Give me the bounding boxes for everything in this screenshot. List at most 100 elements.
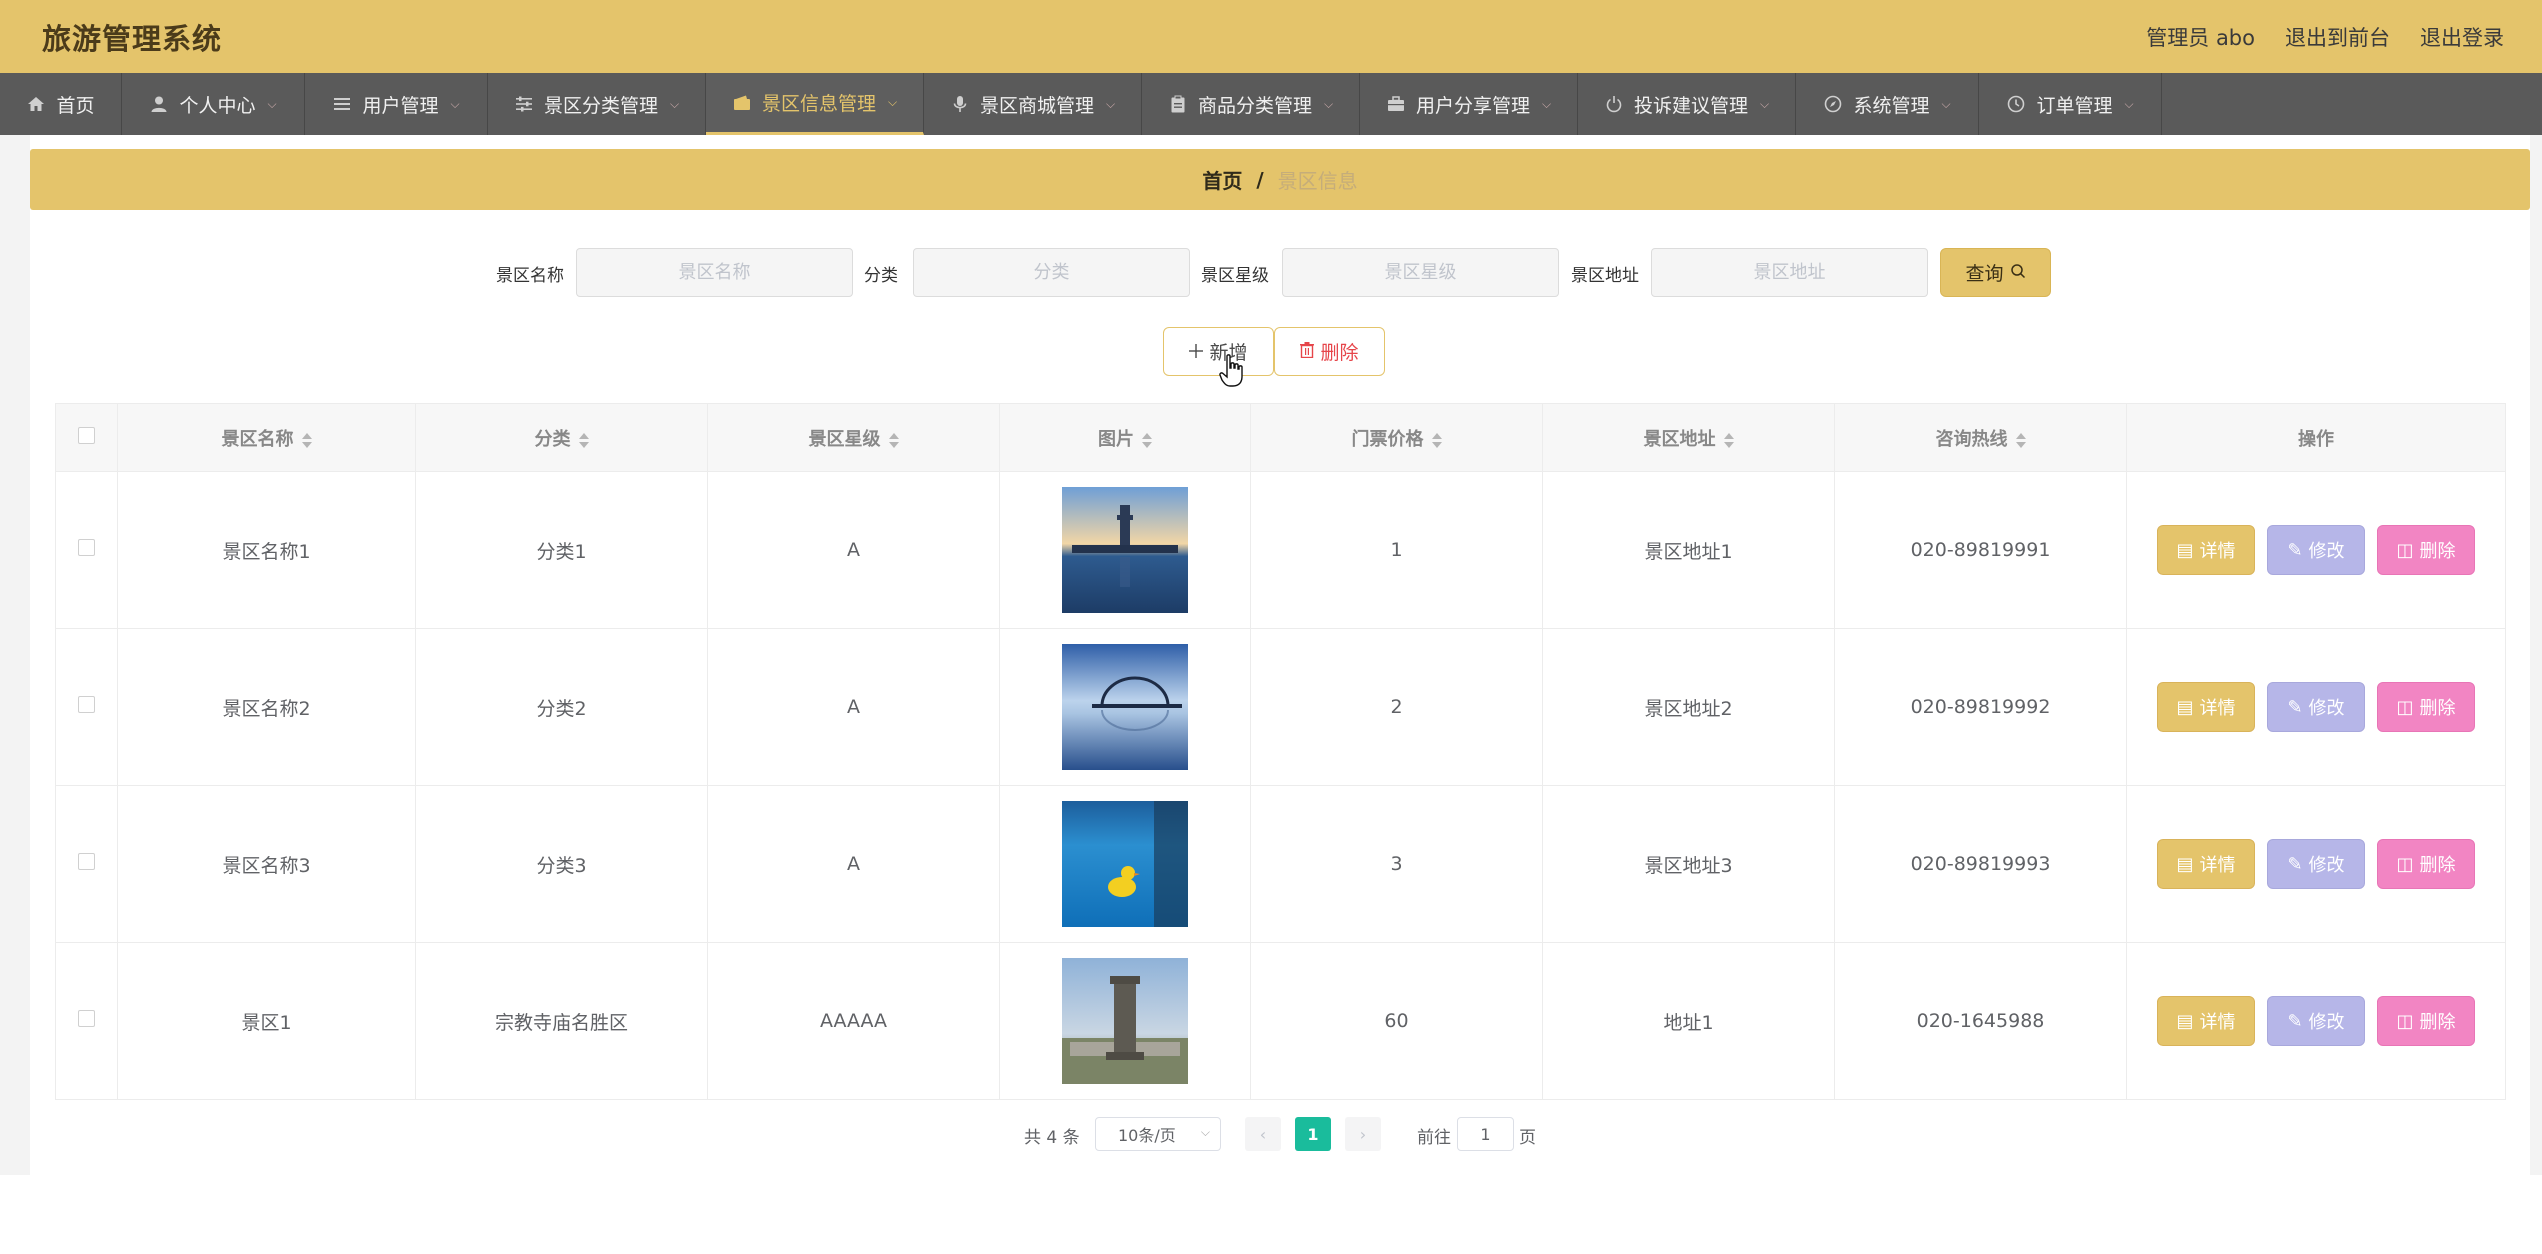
detail-button[interactable]: ▤ 详情 (2157, 682, 2255, 732)
column-label: 图片 (1098, 428, 1134, 450)
sort-icon[interactable] (2015, 431, 2026, 449)
chevron-down-icon: ⌵ (1200, 1125, 1210, 1139)
chevron-down-icon: ⌵ (1105, 96, 1116, 111)
edit-button[interactable]: ✎ 修改 (2267, 996, 2365, 1046)
edit-button[interactable]: ✎ 修改 (2267, 525, 2365, 575)
sort-icon[interactable] (888, 431, 899, 449)
scenic-image[interactable] (1062, 958, 1188, 1084)
delete-button[interactable]: ◫ 删除 (2377, 839, 2475, 889)
nav-item-system[interactable]: 系统管理 ⌵ (1796, 73, 1979, 135)
edit-button[interactable]: ✎ 修改 (2267, 682, 2365, 732)
logout-link[interactable]: 退出登录 (2420, 22, 2504, 52)
row-checkbox[interactable] (78, 696, 95, 713)
row-checkbox[interactable] (78, 539, 95, 556)
category-cell: 宗教寺庙名胜区 (415, 942, 708, 1100)
nav-item-orders[interactable]: 订单管理 ⌵ (1979, 73, 2162, 135)
next-page-button[interactable]: › (1345, 1117, 1381, 1151)
column-header[interactable]: 景区星级 (707, 403, 1000, 472)
nav-item-users[interactable]: 用户管理 ⌵ (305, 73, 488, 135)
admin-label: 管理员 abo (2146, 26, 2255, 50)
column-label: 景区名称 (221, 428, 294, 450)
query-button[interactable]: 查询 (1940, 248, 2051, 297)
category-search-input[interactable] (913, 248, 1190, 297)
price-cell: 1 (1250, 471, 1543, 629)
row-checkbox[interactable] (78, 1010, 95, 1027)
sort-icon[interactable] (1723, 431, 1734, 449)
nav-item-scenic-mall[interactable]: 景区商城管理 ⌵ (924, 73, 1142, 135)
breadcrumb-home[interactable]: 首页 (1202, 165, 1242, 194)
address-cell: 景区地址3 (1542, 785, 1835, 943)
nav-item-complaints[interactable]: 投诉建议管理 ⌵ (1578, 73, 1796, 135)
column-header[interactable]: 分类 (415, 403, 708, 472)
delete-label: 删除 (2419, 541, 2456, 562)
table-header-row: 景区名称 分类 景区星级 图片 门票价格 景区地址 咨询热线 操作 (55, 403, 2506, 472)
table-row: 景区名称2 分类2 A 2 景区地址2 020-89819992 ▤ 详情 ✎ 修改 (55, 628, 2506, 786)
scenic-image[interactable] (1062, 801, 1188, 927)
nav-item-scenic-info[interactable]: 景区信息管理 ⌵ (706, 73, 924, 135)
pencil-icon: ✎ (2287, 696, 2303, 718)
nav-item-scenic-category[interactable]: 景区分类管理 ⌵ (488, 73, 706, 135)
name-cell: 景区1 (117, 942, 416, 1100)
name-search-input[interactable] (576, 248, 853, 297)
edit-label: 修改 (2308, 698, 2345, 719)
column-header[interactable]: 景区地址 (1542, 403, 1835, 472)
sort-icon[interactable] (1431, 431, 1442, 449)
detail-button[interactable]: ▤ 详情 (2157, 996, 2255, 1046)
column-header[interactable]: 门票价格 (1250, 403, 1543, 472)
star-search-input[interactable] (1282, 248, 1559, 297)
hand-cursor-icon (1219, 354, 1245, 388)
row-checkbox[interactable] (78, 853, 95, 870)
column-header[interactable]: 咨询热线 (1834, 403, 2127, 472)
category-cell: 分类2 (415, 628, 708, 786)
star-label: 景区星级 (1201, 266, 1269, 286)
delete-button[interactable]: ◫ 删除 (2377, 682, 2475, 732)
detail-button[interactable]: ▤ 详情 (2157, 839, 2255, 889)
delete-button[interactable]: ◫ 删除 (2377, 525, 2475, 575)
delete-button[interactable]: ◫ 删除 (2377, 996, 2475, 1046)
star-cell: A (707, 785, 1000, 943)
select-all-checkbox[interactable] (78, 426, 95, 444)
chevron-down-icon: ⌵ (2124, 96, 2134, 111)
power-icon (1604, 94, 1624, 114)
app-header: 旅游管理系统 管理员 abo 退出到前台 退出登录 (0, 0, 2542, 73)
star-cell: A (707, 628, 1000, 786)
column-header[interactable]: 图片 (999, 403, 1251, 472)
name-cell: 景区名称1 (117, 471, 416, 629)
chevron-down-icon: ⌵ (1541, 96, 1552, 111)
breadcrumb-separator: / (1256, 167, 1264, 192)
column-header[interactable]: 景区名称 (117, 403, 416, 472)
to-front-link[interactable]: 退出到前台 (2285, 22, 2390, 52)
batch-delete-button[interactable]: 删除 (1274, 327, 1385, 376)
document-icon: ▤ (2176, 1010, 2194, 1032)
sort-icon[interactable] (578, 431, 589, 449)
address-cell: 地址1 (1542, 942, 1835, 1100)
address-search-input[interactable] (1651, 248, 1928, 297)
select-all-cell (55, 403, 118, 472)
scenic-image[interactable] (1062, 487, 1188, 613)
scenic-image[interactable] (1062, 644, 1188, 770)
trash-icon (1300, 341, 1315, 363)
trash-icon: ◫ (2396, 853, 2414, 875)
category-label: 分类 (864, 266, 898, 286)
nav-item-user-share[interactable]: 用户分享管理 ⌵ (1360, 73, 1578, 135)
page-size-select[interactable]: 10条/页 ⌵ (1095, 1117, 1221, 1151)
sort-icon[interactable] (301, 431, 312, 449)
sort-icon[interactable] (1142, 431, 1152, 449)
detail-button[interactable]: ▤ 详情 (2157, 525, 2255, 575)
page-number-current[interactable]: 1 (1295, 1117, 1331, 1151)
clock-icon (2006, 94, 2026, 114)
prev-page-button[interactable]: ‹ (1245, 1117, 1281, 1151)
chevron-down-icon: ⌵ (450, 96, 460, 111)
goto-page-input[interactable] (1457, 1117, 1514, 1151)
edit-button[interactable]: ✎ 修改 (2267, 839, 2365, 889)
actions-cell: ▤ 详情 ✎ 修改 ◫ 删除 (2126, 785, 2506, 943)
nav-label: 景区商城管理 (979, 94, 1094, 117)
query-label: 查询 (1965, 263, 2004, 285)
nav-item-personal[interactable]: 个人中心 ⌵ (122, 73, 305, 135)
column-header: 操作 (2126, 403, 2506, 472)
breadcrumb-current: 景区信息 (1277, 169, 1358, 193)
price-cell: 60 (1250, 942, 1543, 1100)
hotline-cell: 020-1645988 (1834, 942, 2127, 1100)
nav-item-goods-category[interactable]: 商品分类管理 ⌵ (1142, 73, 1360, 135)
nav-item-home[interactable]: 首页 (0, 73, 122, 135)
